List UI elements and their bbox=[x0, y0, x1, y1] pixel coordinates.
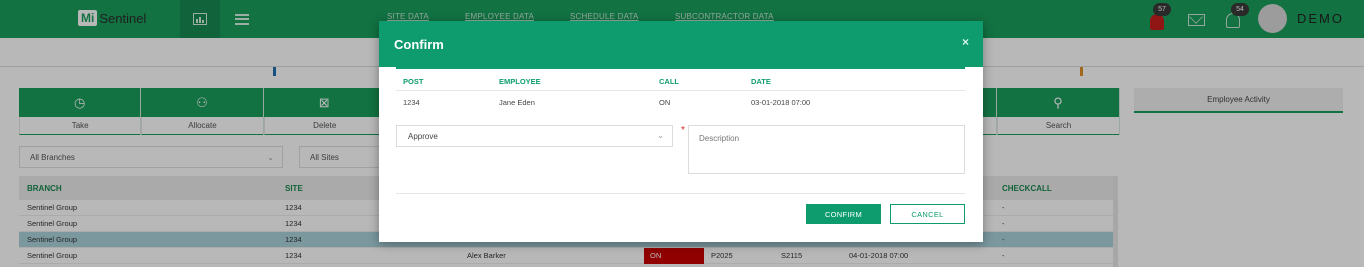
dialog-header: Confirm × bbox=[379, 21, 983, 67]
row-call: ON bbox=[659, 98, 671, 107]
divider bbox=[396, 193, 965, 194]
action-select-value: Approve bbox=[408, 131, 438, 141]
required-marker: * bbox=[681, 125, 685, 136]
confirm-dialog: Confirm × POST EMPLOYEE CALL DATE 1234 J… bbox=[379, 21, 983, 242]
row-date: 03-01-2018 07:00 bbox=[751, 98, 811, 107]
confirm-button[interactable]: CONFIRM bbox=[806, 204, 881, 224]
description-field[interactable] bbox=[688, 125, 965, 174]
cancel-button[interactable]: CANCEL bbox=[890, 204, 965, 224]
column-header-employee: EMPLOYEE bbox=[499, 77, 541, 86]
column-header-date: DATE bbox=[751, 77, 771, 86]
chevron-down-icon: ⌄ bbox=[657, 131, 664, 140]
divider bbox=[396, 67, 965, 69]
close-icon[interactable]: × bbox=[962, 35, 969, 49]
dialog-title: Confirm bbox=[394, 36, 444, 52]
row-employee: Jane Eden bbox=[499, 98, 535, 107]
action-select[interactable]: Approve ⌄ bbox=[396, 125, 673, 147]
row-post: 1234 bbox=[403, 98, 420, 107]
column-header-post: POST bbox=[403, 77, 424, 86]
table-row: 1234 Jane Eden ON 03-01-2018 07:00 bbox=[396, 92, 965, 110]
column-header-call: CALL bbox=[659, 77, 679, 86]
dialog-table-header: POST EMPLOYEE CALL DATE bbox=[396, 71, 965, 91]
